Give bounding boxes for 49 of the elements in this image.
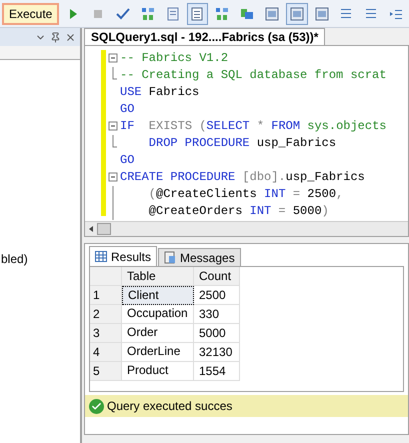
table-cell[interactable]: 1554: [194, 362, 240, 381]
table-cell[interactable]: 32130: [194, 343, 240, 362]
code-line: GO: [119, 101, 134, 118]
horizontal-scrollbar[interactable]: [85, 221, 408, 236]
column-header[interactable]: Table: [122, 267, 194, 286]
toolbar-button[interactable]: [286, 2, 308, 24]
panel-text: bled): [1, 252, 28, 266]
code-line: IF EXISTS (SELECT * FROM sys.objects: [119, 118, 386, 135]
grid-icon: [95, 251, 107, 262]
column-header[interactable]: Count: [194, 267, 240, 286]
table-cell[interactable]: 5000: [194, 324, 240, 343]
close-icon[interactable]: [65, 32, 76, 42]
row-header[interactable]: 3: [90, 324, 122, 343]
status-text: Query executed succes: [107, 398, 232, 415]
list-icon: [189, 6, 206, 22]
code-editor[interactable]: [84, 45, 409, 237]
table-cell[interactable]: 2500: [194, 286, 240, 305]
row-header[interactable]: 2: [90, 305, 122, 324]
code-line: -- Creating a SQL database from scrat: [119, 67, 386, 84]
results-tab[interactable]: Results: [89, 246, 158, 266]
document-icon: [164, 6, 181, 22]
code-line: CREATE PROCEDURE [dbo].usp_Fabrics: [119, 169, 365, 186]
code-line: @CreateOrders INT = 5000): [148, 203, 329, 220]
table-cell[interactable]: 330: [194, 305, 240, 324]
pin-icon[interactable]: [50, 32, 61, 42]
document-tab[interactable]: SQLQuery1.sql - 192....Fabrics (sa (53))*: [84, 28, 326, 45]
code-line: GO: [119, 152, 134, 169]
row-header[interactable]: 1: [90, 286, 122, 305]
sheet-icon: [288, 6, 305, 22]
table-cell[interactable]: Order: [122, 324, 194, 343]
execute-button[interactable]: Execute: [2, 2, 60, 24]
table-cell[interactable]: OrderLine: [122, 343, 194, 362]
table-cell[interactable]: Product: [122, 362, 194, 381]
success-icon: [89, 398, 104, 414]
sheet-icon: [314, 6, 330, 22]
table-cell[interactable]: Occupation: [122, 305, 194, 324]
sheet-icon: [264, 6, 280, 22]
row-header[interactable]: 4: [90, 343, 122, 362]
scroll-thumb[interactable]: [97, 223, 111, 235]
toolbar-button[interactable]: [186, 2, 208, 24]
check-icon: [114, 6, 131, 22]
table-cell[interactable]: Client: [122, 286, 194, 305]
code-line: -- Fabrics V1.2: [119, 50, 228, 67]
document-icon: [164, 251, 176, 264]
results-tab[interactable]: Messages: [158, 248, 241, 266]
code-line: DROP PROCEDURE usp_Fabrics: [148, 135, 336, 152]
code-line: USE Fabrics: [119, 84, 200, 101]
code-line: (@CreateClients INT = 2500,: [148, 186, 344, 203]
row-header[interactable]: 5: [90, 362, 122, 381]
